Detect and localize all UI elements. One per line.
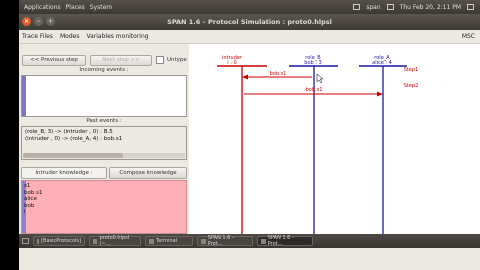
mail-icon[interactable] [386, 4, 394, 10]
taskbar: [BasicProtocols] proto0.hlpsl (~... Term… [19, 234, 480, 248]
folder-icon [37, 238, 40, 244]
minimize-icon[interactable]: – [34, 17, 43, 26]
past-events-list[interactable]: (role_B, 3) -> (intruder , 0) : B.5 (int… [21, 126, 187, 160]
panel-clock[interactable]: Thu Feb 20, 2:11 PM [400, 4, 461, 11]
menu-modes[interactable]: Modes [60, 33, 79, 40]
menubar: Trace Files Modes Variables monitoring M… [19, 30, 480, 44]
incoming-events-scrollbar[interactable] [22, 76, 26, 116]
power-icon[interactable] [467, 4, 474, 10]
desktop-screen: Applications Places System span Thu Feb … [19, 0, 480, 270]
menu-variables-monitoring[interactable]: Variables monitoring [86, 33, 148, 40]
checkbox-box[interactable] [156, 56, 164, 64]
incoming-events-list[interactable] [21, 75, 187, 117]
network-icon[interactable] [353, 4, 361, 10]
step-2-label: Step2 [403, 83, 419, 89]
past-events-label: Past events : [86, 118, 122, 124]
step-1-label: Step1 [403, 67, 419, 73]
top-panel: Applications Places System span Thu Feb … [19, 0, 480, 14]
taskbar-item[interactable]: SPAN 1.6 – Prot... [257, 235, 313, 247]
past-events-hscrollbar[interactable] [23, 153, 185, 158]
taskbar-item[interactable]: proto0.hlpsl (~... [89, 235, 141, 247]
message-2-arrowhead [377, 91, 383, 97]
intruder-knowledge-list[interactable]: s1 bob.s1 alice bob i [21, 180, 187, 234]
taskbar-item[interactable]: [BasicProtocols] [33, 236, 85, 246]
message-1-label: bob.s1 [269, 71, 287, 77]
msc-diagram [217, 65, 407, 234]
panel-menu-system[interactable]: System [90, 4, 112, 11]
close-icon[interactable]: × [22, 17, 31, 26]
window-title: SPAN 1.6 – Protocol Simulation : proto0.… [167, 18, 332, 26]
previous-step-button[interactable]: << Previous step [22, 54, 86, 66]
taskbar-item[interactable]: SPAN 1.6 – Prot... [197, 235, 253, 247]
message-2-label: bob.s1 [305, 87, 323, 93]
untype-checkbox[interactable]: Untype [156, 56, 187, 64]
menu-trace-files[interactable]: Trace Files [22, 33, 53, 40]
window-titlebar[interactable]: × – + SPAN 1.6 – Protocol Simulation : p… [19, 14, 480, 30]
left-panel: << Previous step Next step >> Untype Inc… [19, 44, 189, 234]
incoming-events-label: Incoming events : [79, 67, 129, 73]
msc-canvas: intruder i : 0 role_B bob : 3 role_A ali… [189, 44, 480, 234]
message-1-arrowhead [242, 74, 248, 80]
panel-menu-places[interactable]: Places [66, 4, 85, 11]
show-desktop-icon[interactable] [22, 238, 29, 244]
untype-label: Untype [167, 57, 187, 63]
next-step-button[interactable]: Next step >> [90, 54, 152, 66]
app-icon [201, 238, 206, 244]
panel-user[interactable]: span [366, 4, 380, 11]
maximize-icon[interactable]: + [46, 17, 55, 26]
past-event-item[interactable]: (intruder , 0) -> (role_A, 4) : bob.s1 [25, 136, 122, 143]
mode-indicator: MSC [461, 33, 475, 40]
past-event-item[interactable]: (role_B, 3) -> (intruder , 0) : B.5 [25, 129, 122, 136]
compose-knowledge-button[interactable]: Compose knowledge [109, 167, 187, 179]
taskbar-item[interactable]: Terminal [145, 236, 193, 246]
text-editor-icon [93, 238, 98, 244]
mouse-cursor-icon [316, 73, 324, 84]
knowledge-item: i [24, 209, 26, 215]
app-icon [261, 238, 266, 244]
tab-intruder-knowledge[interactable]: Intruder knowledge : [21, 167, 107, 179]
panel-menu-applications[interactable]: Applications [24, 4, 61, 11]
terminal-icon [149, 238, 154, 244]
